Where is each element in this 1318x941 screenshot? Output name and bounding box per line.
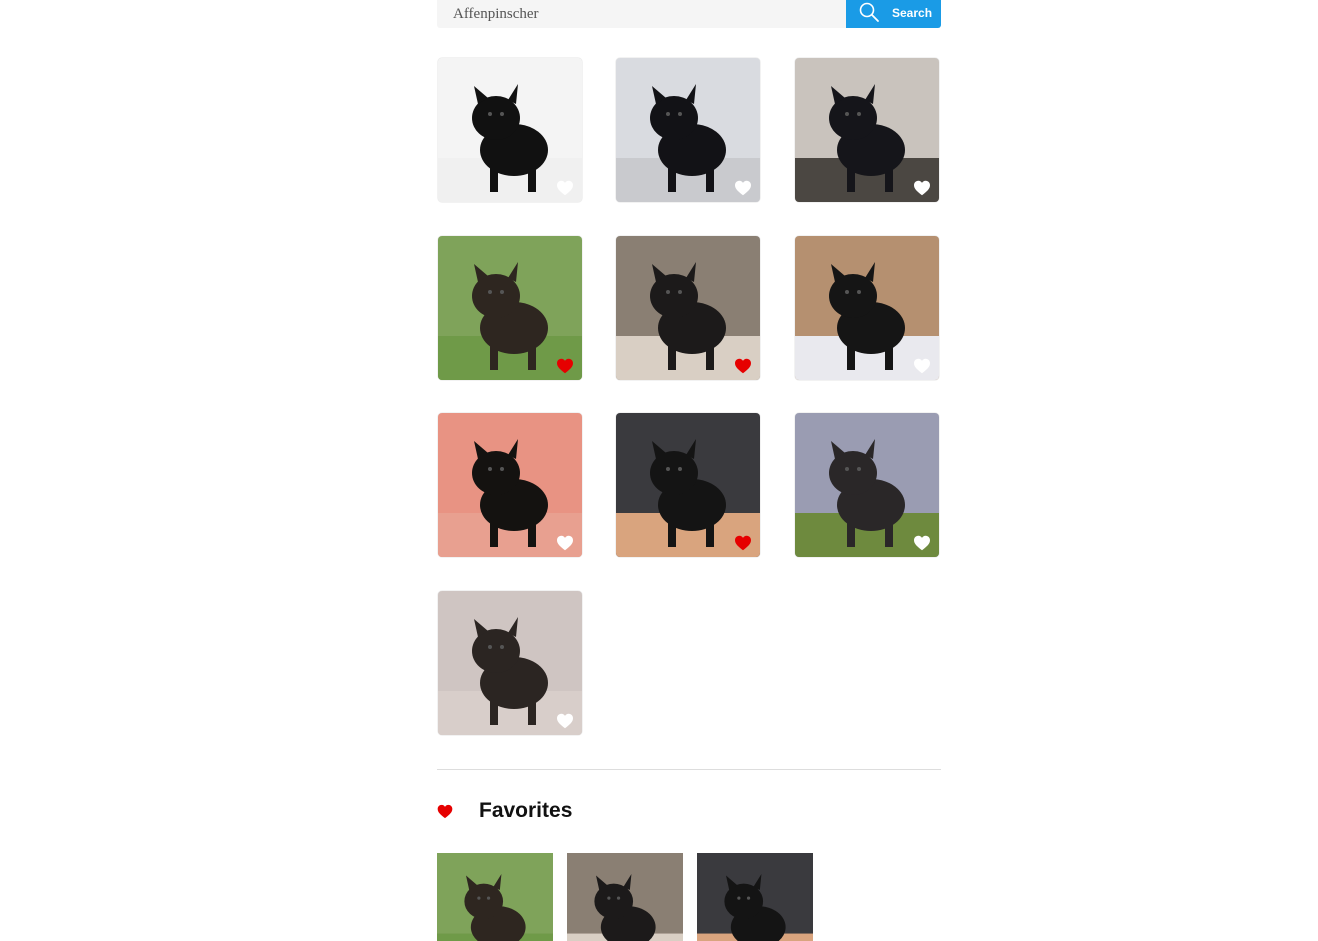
heart-icon	[557, 358, 573, 374]
search-bar: Search	[437, 0, 941, 28]
heart-icon	[914, 358, 930, 374]
gallery-image[interactable]	[616, 58, 760, 202]
dog-photo	[567, 853, 683, 941]
heart-icon	[735, 180, 751, 196]
page: Search Favorites	[0, 0, 1318, 941]
dog-photo	[697, 853, 813, 941]
favorites-heading: Favorites	[437, 796, 572, 826]
search-input[interactable]	[437, 0, 846, 28]
gallery-image[interactable]	[438, 236, 582, 380]
favorites-title: Favorites	[479, 799, 573, 822]
gallery-image[interactable]	[438, 591, 582, 735]
gallery-image[interactable]	[438, 413, 582, 557]
favorite-toggle-button[interactable]	[913, 358, 931, 374]
favorite-toggle-button[interactable]	[556, 180, 574, 196]
heart-icon	[557, 713, 573, 729]
gallery-image[interactable]	[616, 236, 760, 380]
favorite-toggle-button[interactable]	[556, 358, 574, 374]
heart-icon	[557, 535, 573, 551]
heart-icon	[735, 535, 751, 551]
search-button-label: Search	[892, 6, 933, 20]
favorite-image[interactable]	[567, 853, 683, 941]
heart-icon	[735, 358, 751, 374]
favorite-toggle-button[interactable]	[734, 358, 752, 374]
search-button[interactable]: Search	[846, 0, 941, 28]
gallery-image[interactable]	[438, 58, 582, 202]
heart-icon	[914, 180, 930, 196]
search-icon	[859, 2, 879, 22]
heart-icon	[437, 804, 453, 818]
favorite-toggle-button[interactable]	[913, 180, 931, 196]
favorite-image[interactable]	[697, 853, 813, 941]
dog-photo	[437, 853, 553, 941]
favorite-toggle-button[interactable]	[734, 535, 752, 551]
favorite-toggle-button[interactable]	[913, 535, 931, 551]
heart-icon	[914, 535, 930, 551]
favorite-toggle-button[interactable]	[734, 180, 752, 196]
gallery-image[interactable]	[616, 413, 760, 557]
divider	[437, 769, 941, 770]
favorite-toggle-button[interactable]	[556, 713, 574, 729]
heart-icon	[557, 180, 573, 196]
gallery-image[interactable]	[795, 413, 939, 557]
gallery-image[interactable]	[795, 58, 939, 202]
favorite-image[interactable]	[437, 853, 553, 941]
gallery-image[interactable]	[795, 236, 939, 380]
favorite-toggle-button[interactable]	[556, 535, 574, 551]
